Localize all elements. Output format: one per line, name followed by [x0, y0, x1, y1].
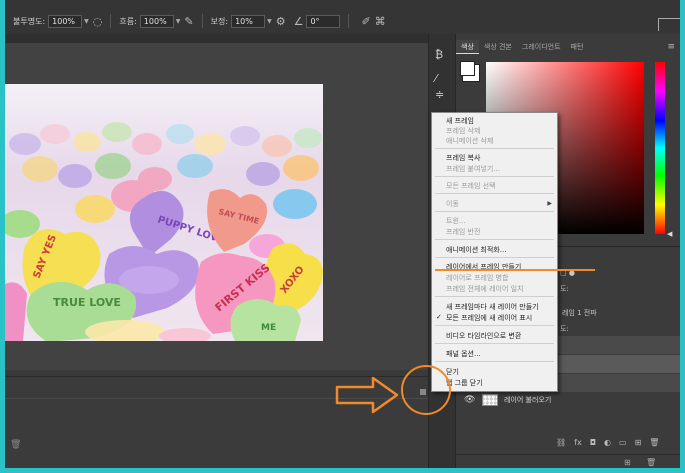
tab-swatches[interactable]: 색상 견본 [479, 40, 517, 54]
menu-item-paste-frame: 프레임 붙여넣기... [446, 165, 500, 173]
foreground-color-swatch[interactable] [460, 61, 475, 76]
opacity-control[interactable]: 불투명도: 100% ▼ ◌ [13, 14, 103, 28]
tab-gradients[interactable]: 그레이디언트 [517, 40, 566, 54]
divider [201, 14, 203, 28]
airbrush-icon[interactable]: ✎ [184, 15, 193, 28]
menu-item-tween: 트윈... [446, 217, 466, 225]
layer-name: 레이어 불러오기 [504, 396, 552, 404]
chevron-down-icon[interactable]: ▼ [84, 18, 89, 25]
opacity-input[interactable]: 100% [48, 14, 83, 28]
menu-item-new-layers-visible-all-frames[interactable]: 모든 프레임에 새 레이어 표시 [436, 313, 532, 323]
fx-icon[interactable]: fx [574, 438, 582, 447]
menu-divider [435, 148, 554, 149]
eye-icon[interactable]: 👁 [464, 395, 476, 405]
smoothing-input[interactable]: 10% [231, 14, 266, 28]
flow-label: 흐름: [119, 16, 137, 26]
menu-divider [435, 239, 554, 240]
menu-item-new-frame[interactable]: 새 프레임 [446, 116, 474, 126]
smoothing-label: 보정: [210, 16, 229, 26]
photoshop-window: 불투명도: 100% ▼ ◌ 흐름: 100% ▼ ✎ 보정: 10% ▼ ⚙ … [5, 0, 680, 468]
new-frame-icon[interactable]: ⊞ [624, 458, 631, 467]
heart-text-true-love: TRUE LOVE [53, 296, 121, 309]
divider [348, 14, 350, 28]
panel-bottom-bar: ⊞ 🗑 [456, 454, 680, 468]
mask-icon[interactable]: ◘ [590, 438, 596, 447]
flow-control[interactable]: 흐름: 100% ▼ ✎ [119, 14, 194, 28]
angle-control[interactable]: ∠ 0° [293, 14, 341, 28]
trash-icon[interactable]: 🗑 [10, 440, 21, 450]
candy-hearts-illustration: PUPPY LOVE SAY TIME SAY YES XOXO TRUE LO… [5, 84, 323, 341]
window-corner-marker [658, 18, 680, 31]
menu-item-create-new-layer-each-frame[interactable]: 새 프레임마다 새 레이어 만들기 [446, 302, 539, 312]
divider [110, 14, 112, 28]
timeline-context-menu: 새 프레임 프레임 삭제 애니메이션 삭제 프레임 복사 프레임 붙여넣기...… [431, 112, 558, 392]
pressure-size-control[interactable]: ✐ ⌘ [357, 15, 385, 28]
menu-item-delete-animation: 애니메이션 삭제 [446, 137, 494, 145]
angle-input[interactable]: 0° [306, 14, 341, 28]
layer-thumbnail [482, 394, 498, 406]
layer-row[interactable]: 👁 레이어 불러오기 [456, 392, 680, 408]
symmetry-icon[interactable]: ⌘ [375, 15, 386, 28]
menu-divider [435, 211, 554, 212]
menu-item-panel-options[interactable]: 패널 옵션... [446, 349, 481, 359]
menu-item-convert-to-video-timeline[interactable]: 비디오 타임라인으로 변환 [446, 331, 521, 341]
propagate-frame-fragment: 레임 1 전파 [562, 309, 597, 317]
tab-color[interactable]: 색상 [456, 40, 479, 54]
menu-divider [435, 325, 554, 326]
fill-fragment: 도: [560, 325, 569, 333]
menu-divider [435, 176, 554, 177]
menu-item-close[interactable]: 닫기 [446, 367, 459, 377]
menu-divider [435, 193, 554, 194]
hue-slider[interactable] [655, 62, 665, 234]
layers-footer-buttons: ⛓ fx ◘ ◐ ▭ ⊞ 🗑 [556, 438, 659, 447]
menu-item-move: 이동 [446, 200, 459, 208]
tab-patterns[interactable]: 패턴 [566, 40, 589, 54]
brush-settings-icon[interactable]: ₿ [435, 48, 443, 61]
menu-item-reverse-frames: 프레임 반전 [446, 228, 481, 236]
hue-slider-handle-icon[interactable]: ◀ [667, 230, 672, 238]
trash-icon[interactable]: 🗑 [649, 438, 659, 447]
flow-input[interactable]: 100% [139, 14, 174, 28]
candy-hearts-image: PUPPY LOVE SAY TIME SAY YES XOXO TRUE LO… [5, 84, 323, 341]
menu-item-flatten-frames-into-layers: 레이어로 프레임 병합 [446, 274, 509, 282]
options-bar: 불투명도: 100% ▼ ◌ 흐름: 100% ▼ ✎ 보정: 10% ▼ ⚙ … [5, 8, 680, 35]
color-panel-tabs: 색상 색상 견본 그레이디언트 패턴 [456, 40, 680, 54]
gear-icon[interactable]: ⚙ [276, 15, 286, 28]
opacity-label: 불투명도: [13, 16, 46, 26]
brush-icon[interactable]: ⁄ [435, 72, 437, 85]
new-layer-icon[interactable]: ⊞ [635, 438, 642, 447]
angle-icon: ∠ [293, 14, 304, 28]
chevron-down-icon[interactable]: ▼ [267, 18, 272, 25]
menu-divider [435, 296, 554, 297]
submenu-arrow-icon: ▶ [547, 200, 552, 207]
menu-item-select-all-frames: 모든 프레임 선택 [446, 182, 496, 190]
menu-divider [435, 343, 554, 344]
hamburger-menu-icon[interactable]: ≡ [667, 42, 675, 52]
annotation-circle [401, 365, 451, 415]
link-icon[interactable]: ⛓ [556, 438, 566, 447]
adjustments-icon[interactable]: ≑ [435, 88, 444, 101]
opacity-fragment: 도: [560, 285, 569, 293]
trash-icon[interactable]: 🗑 [646, 458, 656, 467]
adjustment-layer-icon[interactable]: ◐ [604, 438, 611, 447]
menu-item-copy-frame[interactable]: 프레임 복사 [446, 153, 480, 163]
menu-bar [5, 0, 680, 8]
pressure-size-icon[interactable]: ✐ [361, 15, 370, 28]
menu-divider [435, 257, 554, 258]
menu-item-match-layer-across-frames: 프레임 전체에 레이어 일치 [446, 285, 524, 293]
annotation-arrow-icon [335, 376, 399, 414]
pressure-icon[interactable]: ◌ [93, 15, 103, 28]
menu-item-delete-frame: 프레임 삭제 [446, 127, 481, 135]
chevron-down-icon[interactable]: ▼ [176, 18, 181, 25]
menu-item-optimize-animation[interactable]: 애니메이션 최적화... [446, 245, 506, 255]
annotation-underline [435, 269, 595, 271]
smoothing-control[interactable]: 보정: 10% ▼ ⚙ [210, 14, 286, 28]
heart-text-me: ME [261, 323, 276, 333]
document-tab-bar [5, 34, 428, 43]
menu-divider [435, 361, 554, 362]
folder-icon[interactable]: ▭ [619, 438, 627, 447]
menu-item-close-tab-group[interactable]: 탭 그룹 닫기 [446, 378, 483, 388]
